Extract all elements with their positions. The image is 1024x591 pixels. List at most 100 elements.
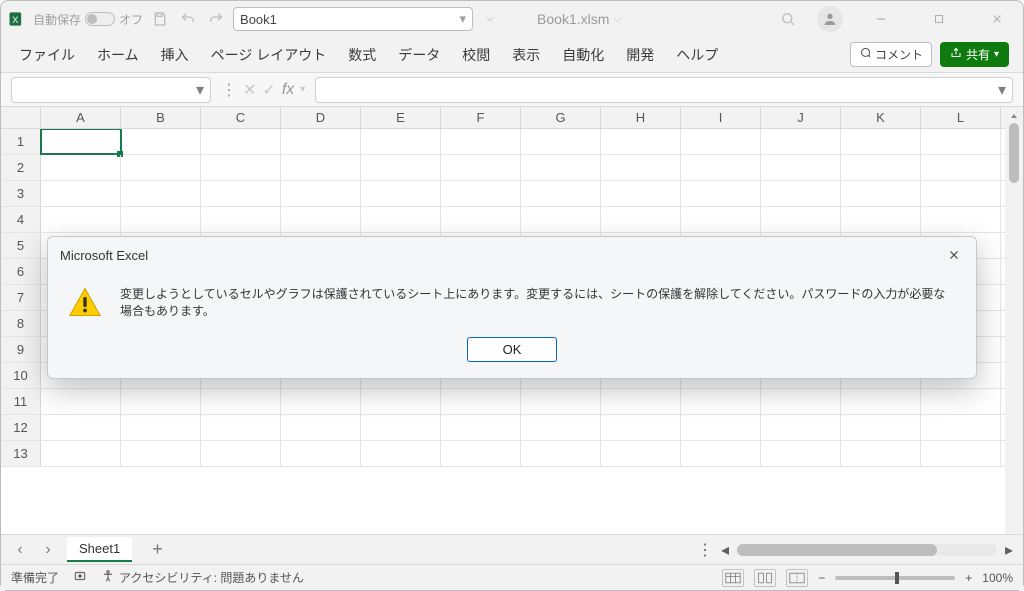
col-header[interactable]: L xyxy=(921,107,1001,128)
cell[interactable] xyxy=(521,441,601,466)
cell[interactable] xyxy=(521,155,601,180)
cell[interactable] xyxy=(761,389,841,414)
cell[interactable] xyxy=(41,207,121,232)
cell[interactable] xyxy=(361,415,441,440)
cell[interactable] xyxy=(681,181,761,206)
cell[interactable] xyxy=(361,207,441,232)
cell[interactable] xyxy=(601,207,681,232)
cell[interactable] xyxy=(281,415,361,440)
cell[interactable] xyxy=(201,389,281,414)
cell[interactable] xyxy=(121,155,201,180)
col-header[interactable]: D xyxy=(281,107,361,128)
col-header[interactable]: B xyxy=(121,107,201,128)
cell[interactable] xyxy=(681,207,761,232)
col-header[interactable]: A xyxy=(41,107,121,128)
share-button[interactable]: 共有 ▾ xyxy=(940,42,1009,67)
tab-file[interactable]: ファイル xyxy=(15,39,79,71)
cell[interactable] xyxy=(681,129,761,154)
cell[interactable] xyxy=(761,155,841,180)
cell[interactable] xyxy=(361,181,441,206)
dialog-close-button[interactable] xyxy=(944,245,964,265)
cell[interactable] xyxy=(201,441,281,466)
cell[interactable] xyxy=(841,155,921,180)
cell[interactable] xyxy=(281,389,361,414)
row-header[interactable]: 11 xyxy=(1,389,41,414)
cell[interactable] xyxy=(361,129,441,154)
cell[interactable] xyxy=(201,415,281,440)
col-header[interactable]: J xyxy=(761,107,841,128)
dialog-ok-button[interactable]: OK xyxy=(467,337,557,362)
save-icon[interactable] xyxy=(149,8,171,30)
cell[interactable] xyxy=(921,415,1001,440)
cell[interactable] xyxy=(201,181,281,206)
cell[interactable] xyxy=(921,207,1001,232)
zoom-slider[interactable] xyxy=(835,576,955,580)
cell[interactable] xyxy=(601,441,681,466)
cell[interactable] xyxy=(121,207,201,232)
filename-dropdown[interactable]: Book1 ▾ xyxy=(233,7,473,31)
cell[interactable] xyxy=(201,155,281,180)
cell[interactable] xyxy=(681,155,761,180)
cell[interactable] xyxy=(521,415,601,440)
zoom-in-button[interactable]: + xyxy=(965,571,972,585)
cell[interactable] xyxy=(281,207,361,232)
cell[interactable] xyxy=(281,181,361,206)
cell[interactable] xyxy=(441,155,521,180)
cell[interactable] xyxy=(521,181,601,206)
cell[interactable] xyxy=(921,129,1001,154)
cancel-icon[interactable]: ✕ xyxy=(243,80,256,100)
cell[interactable] xyxy=(441,181,521,206)
cell[interactable] xyxy=(921,389,1001,414)
undo-icon[interactable] xyxy=(177,8,199,30)
row-header[interactable]: 3 xyxy=(1,181,41,206)
col-header[interactable]: I xyxy=(681,107,761,128)
cell[interactable] xyxy=(841,207,921,232)
cell[interactable] xyxy=(921,155,1001,180)
col-header[interactable]: G xyxy=(521,107,601,128)
tab-home[interactable]: ホーム xyxy=(93,39,143,71)
cell[interactable] xyxy=(441,207,521,232)
cell[interactable] xyxy=(441,389,521,414)
cell[interactable] xyxy=(921,441,1001,466)
view-page-break-icon[interactable] xyxy=(786,569,808,587)
scroll-right-icon[interactable]: ▸ xyxy=(1005,540,1013,560)
add-sheet-button[interactable]: + xyxy=(142,539,173,560)
cell[interactable] xyxy=(761,181,841,206)
cell[interactable] xyxy=(41,441,121,466)
hscroll-thumb[interactable] xyxy=(737,544,937,556)
cell[interactable] xyxy=(41,181,121,206)
row-header[interactable]: 12 xyxy=(1,415,41,440)
cell[interactable] xyxy=(681,441,761,466)
cell[interactable] xyxy=(841,415,921,440)
view-page-layout-icon[interactable] xyxy=(754,569,776,587)
cell[interactable] xyxy=(761,441,841,466)
cell[interactable] xyxy=(841,389,921,414)
cell[interactable] xyxy=(41,389,121,414)
tab-formulas[interactable]: 数式 xyxy=(344,39,380,71)
close-button[interactable] xyxy=(977,5,1017,33)
row-header[interactable]: 10 xyxy=(1,363,41,388)
redo-icon[interactable] xyxy=(205,8,227,30)
cell[interactable] xyxy=(441,441,521,466)
col-header[interactable]: C xyxy=(201,107,281,128)
row-header[interactable]: 13 xyxy=(1,441,41,466)
cell[interactable] xyxy=(601,415,681,440)
row-header[interactable]: 6 xyxy=(1,259,41,284)
cell[interactable] xyxy=(681,389,761,414)
enter-icon[interactable]: ✓ xyxy=(262,80,275,100)
cell[interactable] xyxy=(761,129,841,154)
cell[interactable] xyxy=(361,155,441,180)
formula-input[interactable]: ▾ xyxy=(315,77,1013,103)
cell[interactable] xyxy=(201,129,281,154)
row-header[interactable]: 1 xyxy=(1,129,41,154)
cell[interactable] xyxy=(281,129,361,154)
tab-data[interactable]: データ xyxy=(394,39,444,71)
minimize-button[interactable] xyxy=(861,5,901,33)
cell[interactable] xyxy=(841,441,921,466)
cell[interactable] xyxy=(841,181,921,206)
col-header[interactable]: H xyxy=(601,107,681,128)
cell[interactable] xyxy=(921,181,1001,206)
tab-help[interactable]: ヘルプ xyxy=(672,39,722,71)
zoom-out-button[interactable]: − xyxy=(818,571,825,585)
cell[interactable] xyxy=(121,415,201,440)
